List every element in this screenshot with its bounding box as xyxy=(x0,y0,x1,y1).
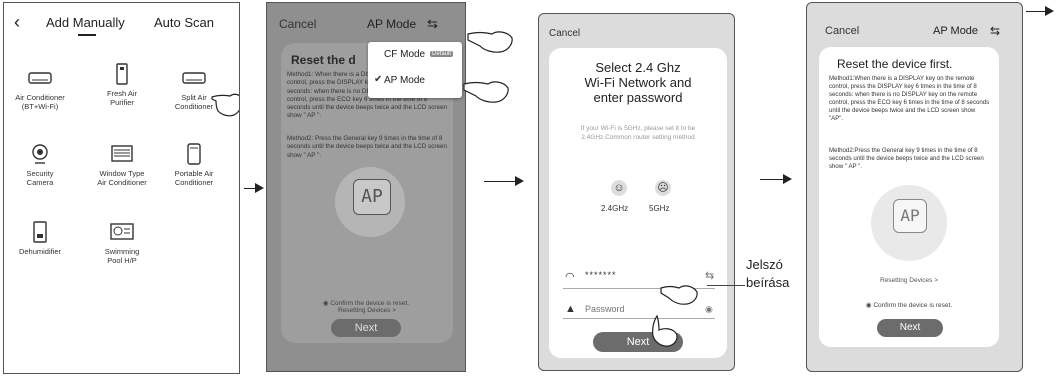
divider xyxy=(563,318,715,319)
device-label: Fresh Air Purifier xyxy=(106,89,137,107)
pool-heat-pump-icon xyxy=(109,221,135,243)
device-portable-ac[interactable]: Portable Air Conditioner xyxy=(160,143,228,187)
tab-auto-scan[interactable]: Auto Scan xyxy=(154,15,214,30)
eye-icon[interactable]: ◉ xyxy=(705,304,713,315)
method2-text: Method2:Press the General key 9 times in… xyxy=(829,147,984,170)
swap-icon[interactable]: ⇆ xyxy=(705,269,714,282)
air-conditioner-icon xyxy=(27,67,53,89)
flow-arrow xyxy=(760,174,792,184)
enter-password-callout: Jelszó beírása xyxy=(746,257,790,290)
fresh-air-purifier-icon xyxy=(109,63,135,85)
device-label: Swimming Pool H/P xyxy=(104,247,140,265)
wifi-card: Select 2.4 Ghz Wi-Fi Network and enter p… xyxy=(549,48,727,358)
instruction-card: Reset the device first. Method1:When the… xyxy=(819,47,999,347)
confirm-reset-checkbox[interactable]: ◉ Confirm the device is reset. xyxy=(267,299,465,307)
freq-24-label: 2.4GHz xyxy=(601,204,629,213)
device-pool-heat-pump[interactable]: Swimming Pool H/P xyxy=(88,221,156,265)
active-tab-indicator xyxy=(78,34,96,36)
portable-ac-icon xyxy=(181,143,207,165)
top-bar: ‹ Add Manually Auto Scan xyxy=(4,3,239,43)
device-label: Security Camera xyxy=(26,169,54,187)
device-window-ac[interactable]: Window Type Air Conditioner xyxy=(88,143,156,187)
swap-icon[interactable]: ⇆ xyxy=(427,16,438,32)
confirm-reset-checkbox[interactable]: ◉ Confirm the device is reset. xyxy=(819,301,999,309)
pointing-hand-icon xyxy=(660,285,698,305)
default-badge: Default xyxy=(430,51,454,57)
cancel-button[interactable]: Cancel xyxy=(825,25,859,37)
mode-selector[interactable]: AP Mode xyxy=(367,17,416,31)
frown-icon: ☹ xyxy=(655,180,671,196)
method1-text: Method1:When there is a DISPLAY key on t… xyxy=(829,75,990,122)
card-title: Select 2.4 Ghz Wi-Fi Network and enter p… xyxy=(584,60,692,105)
next-button[interactable]: Next xyxy=(331,319,401,337)
window-ac-icon xyxy=(109,143,135,165)
device-dehumidifier[interactable]: Dehumidifier xyxy=(6,221,74,256)
method2-text: Method2: Press the General key 9 times i… xyxy=(287,135,447,159)
lock-icon: ▲ xyxy=(565,303,576,315)
dehumidifier-icon xyxy=(27,221,53,243)
frequency-indicators: ☺ ☹ 2.4GHz 5GHz xyxy=(549,180,727,220)
device-label: Air Conditioner (BT+Wi-Fi) xyxy=(15,93,65,111)
wifi-setup-screen: Cancel Select 2.4 Ghz Wi-Fi Network and … xyxy=(538,13,735,371)
device-label: Portable Air Conditioner xyxy=(174,169,214,187)
cf-mode-option[interactable]: CF Mode xyxy=(384,49,425,60)
flow-arrow xyxy=(1026,6,1054,16)
pointing-hand-icon xyxy=(467,31,513,53)
ap-mode-option[interactable]: AP Mode xyxy=(384,75,425,86)
cancel-button[interactable]: Cancel xyxy=(279,17,316,31)
flow-arrow xyxy=(244,183,264,193)
tab-add-manually[interactable]: Add Manually xyxy=(46,15,125,30)
mode-selector[interactable]: AP Mode xyxy=(933,25,978,37)
device-fresh-air-purifier[interactable]: Fresh Air Purifier xyxy=(88,63,156,107)
device-label: Window Type Air Conditioner xyxy=(97,169,147,187)
card-title: Reset the device first. xyxy=(837,57,953,71)
freq-5-label: 5GHz xyxy=(649,204,670,213)
split-air-conditioner-icon xyxy=(181,67,207,89)
pointing-hand-icon xyxy=(211,93,239,117)
device-label: Dehumidifier xyxy=(18,247,62,256)
callout-line xyxy=(707,285,745,286)
add-device-screen: ‹ Add Manually Auto Scan Air Conditioner… xyxy=(3,2,240,374)
device-air-conditioner-bt[interactable]: Air Conditioner (BT+Wi-Fi) xyxy=(6,67,74,111)
mode-dropdown: CF Mode Default ✔ AP Mode xyxy=(368,42,462,98)
confirm-label: Confirm the device is reset. xyxy=(873,302,953,309)
device-security-camera[interactable]: Security Camera xyxy=(6,143,74,187)
chevron-left-icon[interactable]: ‹ xyxy=(14,12,20,33)
resetting-devices-link[interactable]: Resetting Devices > xyxy=(281,307,453,314)
ap-display: AP xyxy=(353,179,391,215)
swap-icon[interactable]: ⇆ xyxy=(990,24,1000,38)
check-icon: ✔ xyxy=(374,74,383,85)
cancel-button[interactable]: Cancel xyxy=(549,28,580,39)
card-title: Reset the d xyxy=(291,53,356,67)
flow-arrow xyxy=(484,176,524,186)
pointing-hand-icon xyxy=(463,81,509,103)
confirm-label: Confirm the device is reset. xyxy=(330,300,410,307)
resetting-devices-link[interactable]: Resetting Devices > xyxy=(819,277,999,284)
next-button[interactable]: Next xyxy=(877,319,943,337)
smile-icon: ☺ xyxy=(611,180,627,196)
ssid-field[interactable]: ******* xyxy=(585,270,617,280)
reset-device-screen: Cancel AP Mode ⇆ Reset the device first.… xyxy=(806,2,1023,372)
hint-text[interactable]: If your Wi-Fi is 5GHz, please set it to … xyxy=(563,124,713,142)
security-camera-icon xyxy=(27,143,53,165)
pointing-hand-icon xyxy=(652,314,678,347)
wifi-icon: ◠ xyxy=(565,271,575,283)
ap-display: AP xyxy=(893,199,927,233)
